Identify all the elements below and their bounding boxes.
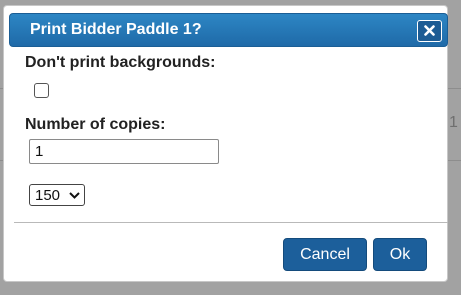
copies-label: Number of copies: — [25, 116, 166, 133]
dont-print-backgrounds-checkbox[interactable] — [34, 83, 49, 98]
close-button[interactable] — [417, 20, 442, 42]
size-select[interactable]: 150 — [29, 184, 85, 206]
ok-button[interactable]: Ok — [373, 238, 427, 271]
backdrop-text: 1 — [449, 114, 458, 131]
cancel-button[interactable]: Cancel — [283, 238, 367, 271]
dialog-titlebar[interactable]: Print Bidder Paddle 1? — [9, 13, 448, 47]
dialog-title: Print Bidder Paddle 1? — [30, 21, 202, 38]
size-select-value: 150 — [35, 187, 61, 204]
dialog-divider — [14, 222, 448, 223]
copies-input[interactable] — [29, 139, 219, 164]
backgrounds-label: Don't print backgrounds: — [25, 54, 216, 71]
print-dialog: Print Bidder Paddle 1? Don't print backg… — [3, 5, 448, 282]
chevron-down-icon — [69, 192, 80, 199]
close-icon — [424, 25, 435, 36]
